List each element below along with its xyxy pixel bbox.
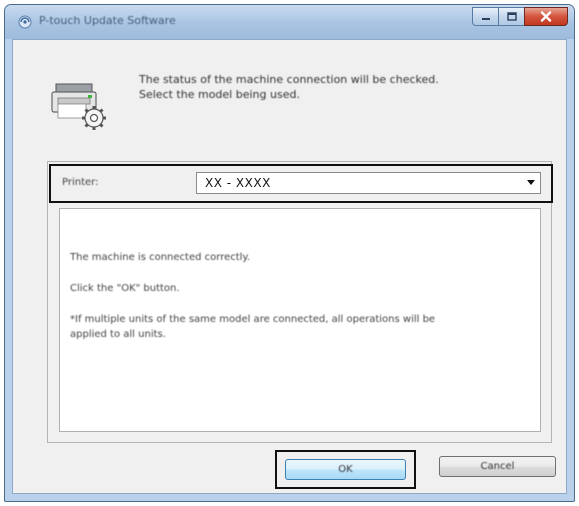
close-button[interactable]: [524, 7, 568, 26]
ok-button-highlight: OK: [275, 450, 416, 489]
dialog-client-area: The status of the machine connection wil…: [12, 39, 567, 494]
window-controls: [472, 7, 568, 27]
printer-label: Printer:: [62, 177, 99, 188]
printer-dropdown[interactable]: XX - XXXX: [196, 172, 541, 194]
printer-gear-icon: [51, 83, 106, 130]
ok-button-label: OK: [338, 464, 353, 475]
printer-selected-value: XX - XXXX: [205, 176, 271, 190]
printer-selection-row: Printer: XX - XXXX: [49, 164, 553, 203]
minimize-icon: [481, 17, 490, 20]
app-icon: [18, 15, 32, 29]
message-line-3: *If multiple units of the same model are…: [70, 314, 436, 325]
cancel-button[interactable]: Cancel: [439, 456, 556, 477]
header-line-1: The status of the machine connection wil…: [139, 73, 439, 86]
message-line-2: Click the "OK" button.: [70, 283, 180, 294]
maximize-icon: [506, 12, 517, 21]
cancel-button-label: Cancel: [480, 461, 515, 472]
chevron-down-icon: [527, 180, 535, 185]
header-line-2: Select the model being used.: [139, 88, 300, 101]
maximize-button[interactable]: [498, 7, 524, 26]
ok-button[interactable]: OK: [285, 459, 406, 480]
status-message-box: The machine is connected correctly. Clic…: [59, 208, 541, 432]
message-line-4: applied to all units.: [70, 329, 166, 340]
header-instructions: The status of the machine connection wil…: [139, 72, 499, 102]
close-icon: [540, 11, 552, 22]
minimize-button[interactable]: [472, 7, 498, 26]
title-bar[interactable]: P-touch Update Software: [5, 5, 574, 39]
message-line-1: The machine is connected correctly.: [70, 252, 251, 263]
window-title: P-touch Update Software: [39, 14, 176, 27]
dialog-window: P-touch Update Software The status of th…: [4, 4, 575, 502]
